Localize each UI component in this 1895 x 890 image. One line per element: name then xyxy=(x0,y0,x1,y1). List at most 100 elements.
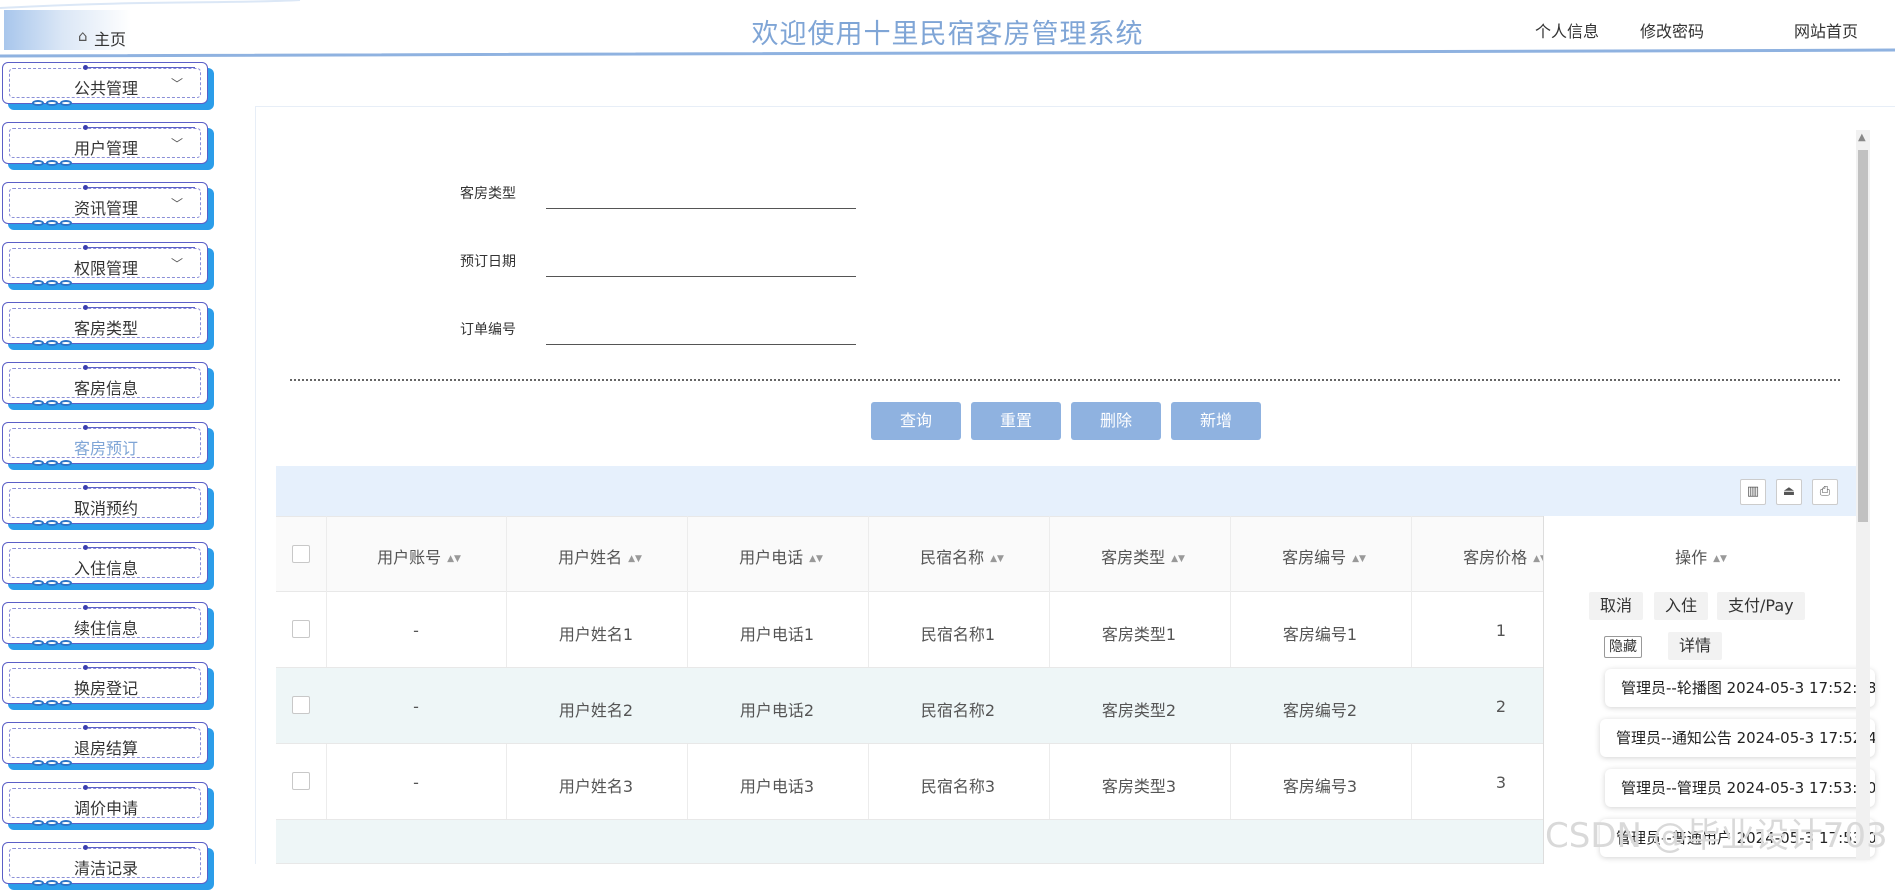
detail-action-button[interactable]: 详情 xyxy=(1668,632,1723,660)
sidebar-item[interactable]: 权限管理 ﹀ xyxy=(2,242,214,290)
cell-room-number: 客房编号1 xyxy=(1282,625,1358,644)
menu-topdot xyxy=(83,605,88,610)
sidebar-item-label: 调价申请 xyxy=(73,799,138,818)
order-number-label: 订单编号 xyxy=(460,322,516,338)
export-icon[interactable]: ⏏ xyxy=(1776,479,1802,505)
col-header-room-type[interactable]: 客房类型 ▲▼ xyxy=(1053,544,1233,568)
notification-toast[interactable]: 管理员--轮播图 2024-05-3 17:52:38 xyxy=(1605,669,1875,707)
sidebar-item[interactable]: 客房信息 xyxy=(2,362,214,410)
cell-user-phone: 用户电话2 xyxy=(739,701,815,720)
menu-topline xyxy=(85,127,195,128)
col-header-room-number[interactable]: 客房编号 ▲▼ xyxy=(1234,544,1414,568)
sidebar-item[interactable]: 资讯管理 ﹀ xyxy=(2,182,214,230)
scroll-up-icon[interactable]: ▲ xyxy=(1858,132,1866,143)
hide-action-button[interactable]: 隐藏 xyxy=(1604,636,1642,658)
menu-bubbles xyxy=(32,820,102,828)
sidebar-item[interactable]: 入住信息 xyxy=(2,542,214,590)
pay-action-button[interactable]: 支付/Pay xyxy=(1717,592,1805,620)
sidebar-item[interactable]: 用户管理 ﹀ xyxy=(2,122,214,170)
menu-card: 续住信息 xyxy=(2,602,208,644)
menu-topdot xyxy=(83,725,88,730)
sidebar-item[interactable]: 调价申请 xyxy=(2,782,214,830)
menu-bubbles xyxy=(32,280,102,288)
booking-date-label: 预订日期 xyxy=(460,254,516,270)
menu-topline xyxy=(85,67,195,68)
row-checkbox[interactable] xyxy=(292,620,310,638)
row-checkbox[interactable] xyxy=(292,696,310,714)
print-icon[interactable]: ⎙ xyxy=(1812,479,1838,505)
sidebar-item-label: 清洁记录 xyxy=(73,859,138,878)
sidebar-item[interactable]: 退房结算 xyxy=(2,722,214,770)
menu-topline xyxy=(85,487,195,488)
menu-bubbles xyxy=(32,160,102,168)
menu-topdot xyxy=(83,245,88,250)
menu-topline xyxy=(85,307,195,308)
sidebar-item[interactable]: 续住信息 xyxy=(2,602,214,650)
chevron-down-icon: ﹀ xyxy=(171,257,184,271)
menu-topline xyxy=(85,247,195,248)
menu-bubbles xyxy=(32,340,102,348)
cell-room-type: 客房类型2 xyxy=(1101,701,1177,720)
menu-bubbles xyxy=(32,220,102,228)
columns-icon[interactable]: ▥ xyxy=(1740,479,1766,505)
sidebar-item[interactable]: 公共管理 ﹀ xyxy=(2,62,214,110)
menu-bubbles xyxy=(32,880,102,888)
select-all-checkbox[interactable] xyxy=(292,545,310,563)
cell-user-account: - xyxy=(413,697,419,716)
add-button[interactable]: 新增 xyxy=(1171,402,1261,440)
scrollbar-thumb[interactable] xyxy=(1858,150,1868,522)
reset-button[interactable]: 重置 xyxy=(971,402,1061,440)
top-header: ⌂ 主页 欢迎使用十里民宿客房管理系统 个人信息 修改密码 网站首页 xyxy=(0,0,1895,58)
menu-topline xyxy=(85,187,195,188)
booking-date-input[interactable] xyxy=(546,255,856,277)
sidebar-item-label: 换房登记 xyxy=(73,679,138,698)
col-header-user-name[interactable]: 用户姓名 ▲▼ xyxy=(510,544,690,568)
sidebar-item-label: 客房信息 xyxy=(73,379,138,398)
checkin-action-button[interactable]: 入住 xyxy=(1654,592,1709,620)
table-toolbar xyxy=(276,466,1858,516)
col-header-user-phone[interactable]: 用户电话 ▲▼ xyxy=(691,544,871,568)
menu-topdot xyxy=(83,785,88,790)
menu-card: 资讯管理 ﹀ xyxy=(2,182,208,224)
profile-link[interactable]: 个人信息 xyxy=(1535,18,1599,42)
menu-bubbles xyxy=(32,760,102,768)
change-password-link[interactable]: 修改密码 xyxy=(1640,18,1704,42)
room-type-input[interactable] xyxy=(546,187,856,209)
col-header-user-account[interactable]: 用户账号 ▲▼ xyxy=(329,544,509,568)
query-button[interactable]: 查询 xyxy=(871,402,961,440)
sidebar-item[interactable]: 换房登记 xyxy=(2,662,214,710)
menu-bubbles xyxy=(32,520,102,528)
delete-button[interactable]: 删除 xyxy=(1071,402,1161,440)
cell-user-account: - xyxy=(413,773,419,792)
menu-card: 退房结算 xyxy=(2,722,208,764)
sidebar-item[interactable]: 客房类型 xyxy=(2,302,214,350)
menu-bubbles xyxy=(32,640,102,648)
menu-card: 入住信息 xyxy=(2,542,208,584)
menu-card: 权限管理 ﹀ xyxy=(2,242,208,284)
menu-card: 客房类型 xyxy=(2,302,208,344)
col-header-actions[interactable]: 操作 ▲▼ xyxy=(1611,544,1791,568)
cancel-action-button[interactable]: 取消 xyxy=(1589,592,1644,620)
sidebar-item-label: 入住信息 xyxy=(73,559,138,578)
order-number-input[interactable] xyxy=(546,323,856,345)
menu-topdot xyxy=(83,845,88,850)
menu-card: 调价申请 xyxy=(2,782,208,824)
cell-room-type: 客房类型1 xyxy=(1101,625,1177,644)
sidebar-item[interactable]: 取消预约 xyxy=(2,482,214,530)
menu-topdot xyxy=(83,425,88,430)
notification-toast[interactable]: 管理员--管理员 2024-05-3 17:53:00 xyxy=(1605,769,1875,807)
watermark: CSDN @毕业设计703 xyxy=(1545,816,1888,856)
sidebar-item[interactable]: 客房预订 xyxy=(2,422,214,470)
cell-room-type: 客房类型3 xyxy=(1101,777,1177,796)
col-header-homestay-name[interactable]: 民宿名称 ▲▼ xyxy=(872,544,1052,568)
menu-bubbles xyxy=(32,100,102,108)
sidebar-item[interactable]: 清洁记录 xyxy=(2,842,214,890)
main-scrollbar[interactable]: ▲ xyxy=(1856,130,1870,860)
menu-topline xyxy=(85,847,195,848)
cell-room-number: 客房编号3 xyxy=(1282,777,1358,796)
row-checkbox[interactable] xyxy=(292,772,310,790)
menu-topdot xyxy=(83,125,88,130)
notification-toast[interactable]: 管理员--通知公告 2024-05-3 17:52:48 xyxy=(1600,719,1875,757)
cell-user-phone: 用户电话3 xyxy=(739,777,815,796)
website-home-link[interactable]: 网站首页 xyxy=(1794,18,1858,42)
